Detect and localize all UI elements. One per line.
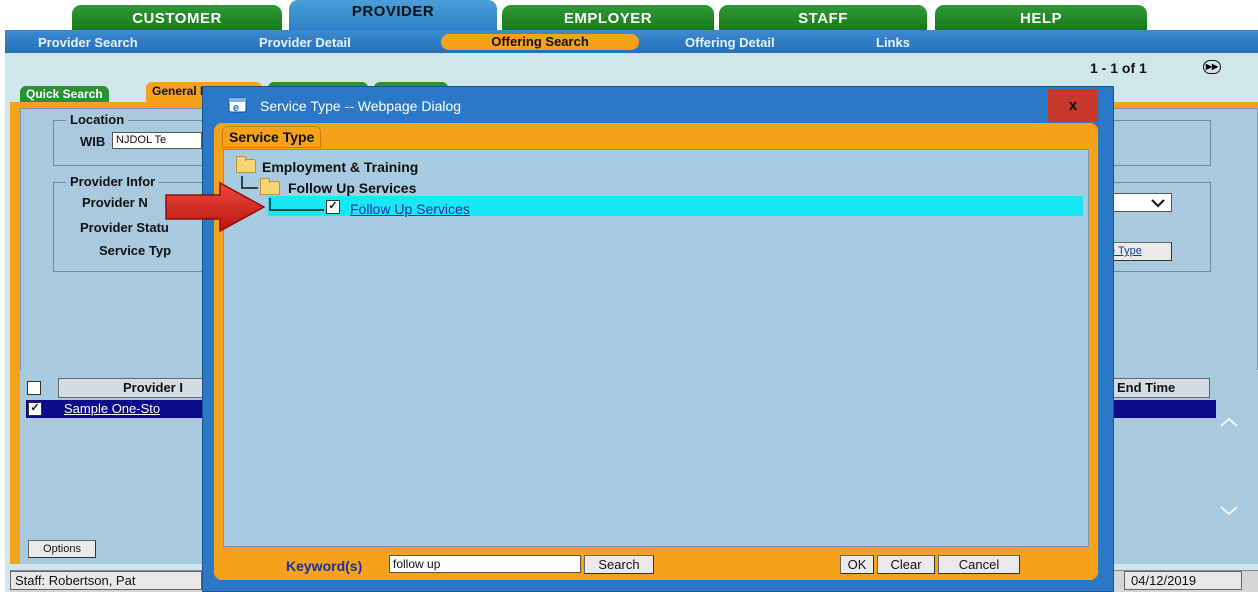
cancel-button[interactable]: Cancel (938, 555, 1020, 574)
wib-label: WIB (80, 134, 106, 149)
tab-quick-search[interactable]: Quick Search (20, 86, 109, 102)
scroll-up-icon[interactable] (1219, 416, 1239, 428)
tab-provider[interactable]: PROVIDER (289, 0, 497, 32)
subnav-links[interactable]: Links (876, 35, 910, 50)
leaf-checkbox[interactable]: ✓ (326, 200, 340, 214)
scroll-down-icon[interactable] (1219, 504, 1239, 516)
pager-text: 1 - 1 of 1 (1090, 60, 1147, 76)
subnav-provider-detail[interactable]: Provider Detail (259, 35, 351, 50)
subnav-provider-search[interactable]: Provider Search (38, 35, 138, 50)
keyword-input[interactable]: follow up (389, 555, 581, 573)
folder-icon (236, 156, 256, 173)
tab-customer[interactable]: CUSTOMER (72, 5, 282, 32)
grid-scrollbar[interactable] (1216, 400, 1242, 540)
close-button[interactable]: x (1048, 89, 1098, 122)
next-page-icon[interactable]: ▶▶ (1203, 60, 1221, 74)
tree-node-follow-up-services[interactable]: Follow Up Services (288, 180, 416, 196)
tab-help[interactable]: HELP (935, 5, 1147, 32)
provider-info-legend: Provider Infor (66, 174, 160, 189)
column-end-time[interactable]: End Time (1110, 378, 1210, 398)
ok-button[interactable]: OK (840, 555, 874, 574)
keyword-label: Keyword(s) (286, 558, 363, 574)
tree-leaf-follow-up-services[interactable]: Follow Up Services (350, 201, 470, 217)
dialog-title: Service Type -- Webpage Dialog (260, 98, 462, 114)
tab-staff[interactable]: STAFF (719, 5, 927, 32)
subnav-offering-search[interactable]: Offering Search (441, 34, 639, 50)
row-checkbox[interactable]: ✓ (28, 402, 42, 416)
service-type-label: Service Typ (99, 243, 172, 258)
subnav-bar: Provider Search Provider Detail Offering… (5, 30, 1258, 53)
tab-service-type[interactable]: Service Type (222, 126, 322, 148)
location-legend: Location (66, 112, 129, 127)
wib-field[interactable]: NJDOL Te (112, 132, 202, 149)
select-all-checkbox[interactable] (27, 381, 41, 395)
column-provider[interactable]: Provider I (58, 378, 203, 398)
tree-node-employment-training[interactable]: Employment & Training (262, 159, 418, 175)
status-staff: Staff: Robertson, Pat (10, 571, 202, 590)
search-button[interactable]: Search (584, 555, 654, 574)
chevron-down-icon (1151, 199, 1165, 208)
options-button[interactable]: Options (28, 540, 96, 558)
row-provider-link[interactable]: Sample One-Sto (64, 401, 202, 416)
red-arrow-icon (165, 181, 266, 233)
tab-employer[interactable]: EMPLOYER (502, 5, 714, 32)
clear-button[interactable]: Clear (877, 555, 935, 574)
status-date: 04/12/2019 (1124, 571, 1242, 590)
subnav-offering-detail[interactable]: Offering Detail (685, 35, 775, 50)
tree-connector-icon (269, 198, 324, 211)
